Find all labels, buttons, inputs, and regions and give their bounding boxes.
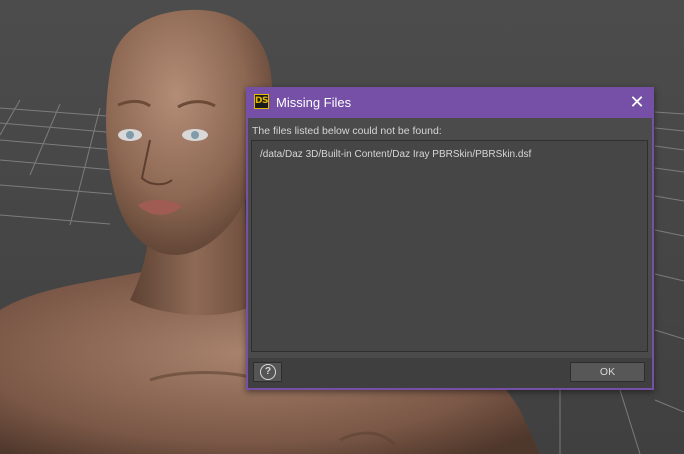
list-item[interactable]: /data/Daz 3D/Built-in Content/Daz Iray P…	[260, 149, 531, 161]
dialog-title: Missing Files	[276, 95, 352, 110]
help-icon: ?	[260, 364, 276, 380]
help-button[interactable]: ?	[253, 362, 282, 382]
missing-files-dialog[interactable]: DS Missing Files ✕ The files listed belo…	[246, 87, 654, 390]
dialog-titlebar[interactable]: DS Missing Files ✕	[246, 87, 654, 118]
close-icon[interactable]: ✕	[628, 93, 646, 111]
missing-files-list[interactable]: /data/Daz 3D/Built-in Content/Daz Iray P…	[251, 140, 648, 352]
ok-button[interactable]: OK	[570, 362, 645, 382]
missing-files-message: The files listed below could not be foun…	[252, 125, 442, 137]
daz-studio-logo-icon: DS	[254, 94, 269, 109]
dialog-body: The files listed below could not be foun…	[248, 118, 652, 388]
dialog-button-bar: ? OK	[248, 358, 652, 388]
